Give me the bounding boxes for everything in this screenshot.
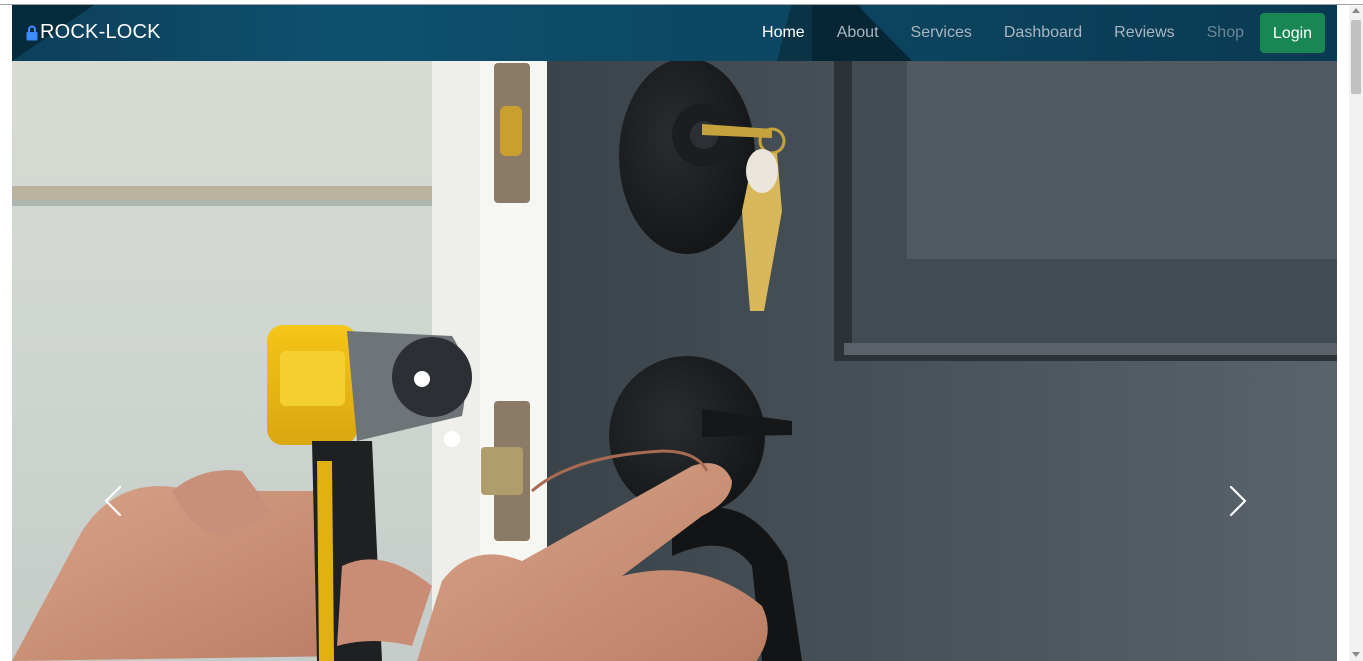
carousel-prev-button[interactable]: [94, 481, 134, 521]
nav-link-reviews[interactable]: Reviews: [1098, 13, 1190, 53]
nav-link-shop[interactable]: Shop: [1191, 13, 1260, 53]
brand-link[interactable]: ROCK-LOCK: [26, 21, 161, 44]
hero-carousel: [12, 58, 1337, 661]
nav-link-home[interactable]: Home: [746, 13, 821, 53]
scroll-down-icon[interactable]: [1352, 652, 1360, 657]
nav-link-services[interactable]: Services: [895, 13, 988, 53]
nav-link-about[interactable]: About: [821, 13, 895, 53]
carousel-next-button[interactable]: [1217, 481, 1257, 521]
page-scrollbar[interactable]: [1349, 6, 1363, 661]
brand-name: ROCK-LOCK: [40, 21, 161, 43]
hero-image: [12, 58, 1337, 661]
scrollbar-thumb[interactable]: [1351, 20, 1361, 94]
login-button[interactable]: Login: [1260, 13, 1325, 53]
nav-link-dashboard[interactable]: Dashboard: [988, 13, 1098, 53]
chevron-right-icon: [1229, 485, 1247, 517]
chevron-left-icon: [104, 485, 122, 517]
scroll-up-icon[interactable]: [1352, 8, 1360, 13]
page: ROCK-LOCK Home About Services Dashboard …: [12, 5, 1337, 661]
lock-icon: [26, 25, 38, 40]
nav-menu: Home About Services Dashboard Reviews Sh…: [746, 13, 1325, 53]
navbar: ROCK-LOCK Home About Services Dashboard …: [12, 5, 1337, 61]
